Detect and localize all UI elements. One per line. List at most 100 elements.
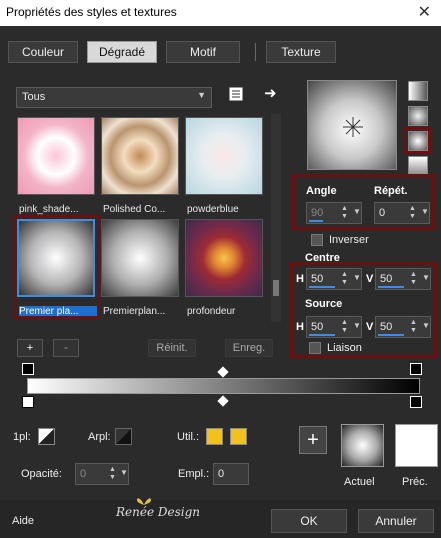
color-midpoint[interactable] [217, 395, 229, 407]
opacity-stop-left[interactable] [22, 363, 34, 375]
gallery-item[interactable]: Premierplan... [101, 219, 179, 317]
source-label: Source [305, 298, 343, 310]
plus-icon: + [307, 429, 319, 451]
previous-label: Préc. [402, 476, 428, 488]
tab-divider [255, 43, 256, 61]
repeat-value: 0 [379, 207, 386, 219]
invert-label: Inverser [329, 234, 369, 246]
foreground-swatch[interactable] [38, 428, 55, 445]
user-color-label: Util.: [177, 431, 199, 443]
centre-h-slider[interactable] [309, 286, 335, 288]
spin-arrows-icon[interactable]: ▲ ▼ [340, 271, 349, 287]
gallery-item-label: Polished Co... [103, 204, 166, 215]
gallery-item[interactable]: Polished Co... [101, 117, 179, 215]
opacity-value: 0 [80, 468, 87, 480]
tab-label: Texture [281, 45, 321, 59]
highlight-frame [403, 127, 431, 154]
location-value: 0 [218, 468, 225, 480]
centre-v-value: 50 [380, 273, 393, 285]
link-checkbox[interactable] [309, 342, 321, 354]
sunburst-style-button[interactable] [408, 156, 428, 176]
angle-input[interactable]: 90 ▲ ▼ ▼ [306, 202, 362, 224]
centre-v-slider[interactable] [378, 286, 404, 288]
chevron-down-icon[interactable]: ▼ [353, 273, 361, 282]
repeat-input[interactable]: 0 ▲ ▼ ▼ [374, 202, 430, 224]
centre-h-value: 50 [311, 273, 324, 285]
spin-arrows-icon[interactable]: ▲ ▼ [409, 319, 418, 335]
add-label: + [26, 342, 34, 354]
tab-motif[interactable]: Motif [166, 41, 240, 63]
title-bar: Propriétés des styles et textures ✕ [0, 0, 441, 26]
gallery-item[interactable]: pink_shade... [17, 117, 95, 215]
angle-value: 90 [311, 207, 324, 219]
opacity-input[interactable]: 0 ▲ ▼ ▼ [75, 463, 129, 485]
cancel-label: Annuler [375, 514, 417, 528]
centre-v-input[interactable]: 50 ▲ ▼ ▼ [375, 268, 431, 290]
chevron-down-icon[interactable]: ▼ [353, 207, 361, 216]
gallery-item-label: profondeur [187, 306, 236, 317]
remove-button[interactable]: - [53, 339, 79, 357]
spin-arrows-icon[interactable]: ▲ ▼ [340, 319, 349, 335]
tab-degrade[interactable]: Dégradé [87, 41, 157, 63]
rectangular-style-button[interactable] [408, 106, 428, 126]
location-input[interactable]: 0 [213, 463, 249, 485]
source-v-value: 50 [380, 321, 393, 333]
chevron-down-icon[interactable]: ▼ [422, 273, 430, 282]
gradient-options-icon[interactable] [229, 86, 245, 102]
user-color-swatch-2[interactable] [230, 428, 247, 445]
color-stop-right[interactable] [410, 396, 422, 408]
angle-label: Angle [306, 185, 337, 197]
reset-button[interactable]: Réinit. [148, 339, 196, 357]
chevron-down-icon[interactable]: ▼ [421, 207, 429, 216]
previous-swatch[interactable] [395, 424, 438, 467]
arrow-right-icon[interactable]: ➜ [264, 84, 277, 102]
source-h-value: 50 [311, 321, 324, 333]
spin-arrows-icon[interactable]: ▲ ▼ [108, 466, 117, 482]
invert-checkbox[interactable] [311, 234, 323, 246]
current-swatch [341, 424, 384, 467]
chevron-down-icon: ▼ [197, 90, 206, 100]
reset-label: Réinit. [156, 342, 188, 354]
ok-button[interactable]: OK [271, 509, 347, 533]
gradient-swatch [185, 117, 263, 195]
gallery-item[interactable]: profondeur [185, 219, 263, 317]
color-stop-left[interactable] [22, 396, 34, 408]
tab-couleur[interactable]: Couleur [8, 41, 78, 63]
chevron-down-icon[interactable]: ▼ [353, 321, 361, 330]
add-swatch-button[interactable]: + [299, 426, 327, 454]
cancel-button[interactable]: Annuler [358, 509, 434, 533]
spin-arrows-icon[interactable]: ▲ ▼ [408, 205, 417, 221]
gradient-bar[interactable] [27, 378, 420, 394]
opacity-stop-right[interactable] [410, 363, 422, 375]
chevron-down-icon[interactable]: ▼ [120, 468, 128, 477]
foreground-label: 1pl: [13, 431, 31, 443]
spin-arrows-icon[interactable]: ▲ ▼ [409, 271, 418, 287]
add-button[interactable]: + [17, 339, 43, 357]
gallery-item-label: powderblue [187, 204, 239, 215]
save-button[interactable]: Enreg. [225, 339, 273, 357]
gallery-item-label: pink_shade... [19, 204, 79, 215]
scrollbar-thumb[interactable] [273, 280, 279, 296]
angle-slider[interactable] [309, 220, 323, 222]
close-icon[interactable]: ✕ [418, 2, 431, 22]
gallery-scrollbar[interactable] [271, 114, 281, 322]
source-v-slider[interactable] [378, 334, 404, 336]
gradient-swatch [17, 117, 95, 195]
tab-texture[interactable]: Texture [266, 41, 336, 63]
background-swatch[interactable] [115, 428, 132, 445]
centre-label: Centre [305, 252, 340, 264]
opacity-midpoint[interactable] [217, 366, 229, 378]
category-select[interactable]: Tous ▼ [16, 87, 212, 108]
centre-h-input[interactable]: 50 ▲ ▼ ▼ [306, 268, 362, 290]
gallery-item[interactable]: powderblue [185, 117, 263, 215]
chevron-down-icon[interactable]: ▼ [422, 321, 430, 330]
source-h-slider[interactable] [309, 334, 335, 336]
help-link[interactable]: Aide [12, 515, 34, 527]
source-v-input[interactable]: 50 ▲ ▼ ▼ [375, 316, 431, 338]
tab-label: Dégradé [98, 45, 146, 59]
spin-arrows-icon[interactable]: ▲ ▼ [340, 205, 349, 221]
source-h-input[interactable]: 50 ▲ ▼ ▼ [306, 316, 362, 338]
linear-style-button[interactable] [408, 81, 428, 101]
user-color-swatch[interactable] [206, 428, 223, 445]
gradient-preview[interactable] [307, 80, 397, 170]
